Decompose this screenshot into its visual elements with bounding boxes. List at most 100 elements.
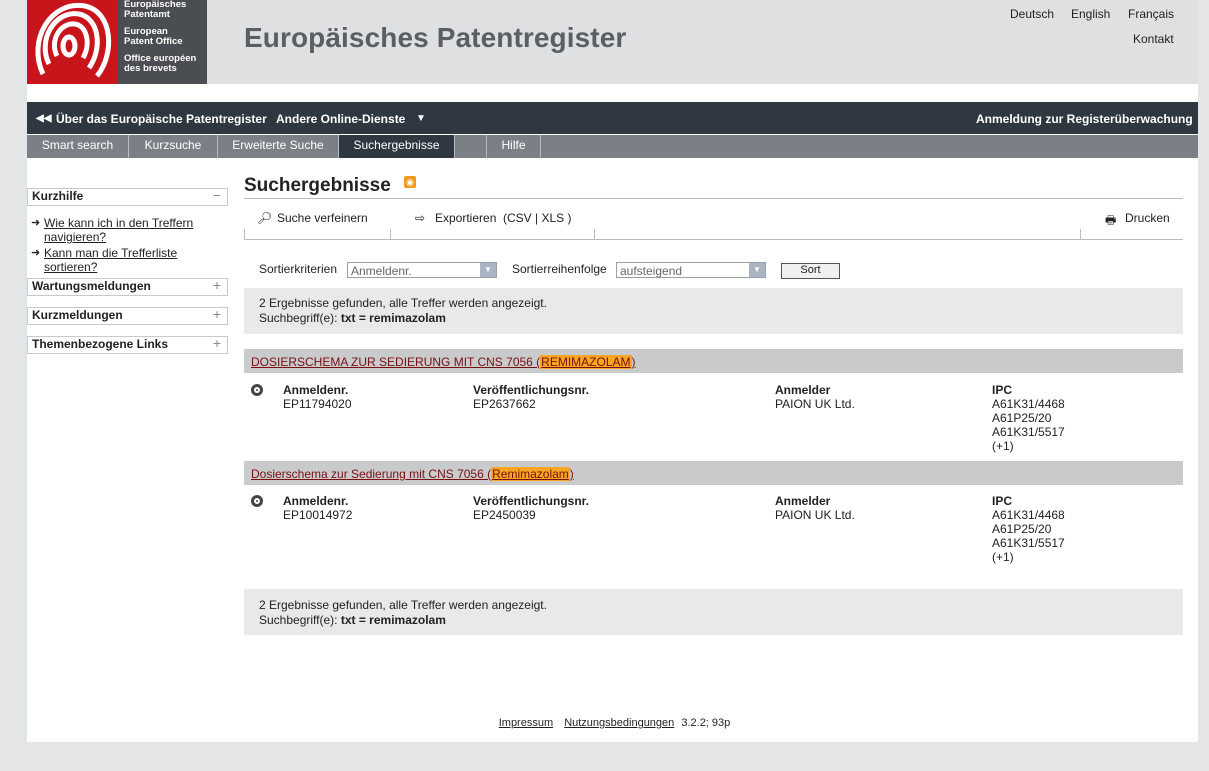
logo-line: Patent Office xyxy=(124,36,183,47)
publication-number-label: Veröffentlichungsnr. xyxy=(473,383,590,397)
epo-logo[interactable]: Europäisches Patentamt European Patent Off… xyxy=(27,0,207,84)
applicant-value: PAION UK Ltd. xyxy=(775,397,855,411)
result-select-radio[interactable] xyxy=(251,384,263,396)
epo-logo-icon xyxy=(27,0,118,84)
arrow-right-icon: ➜ xyxy=(31,217,41,229)
help-link-navigate[interactable]: Wie kann ich in den Treffern navigieren? xyxy=(44,216,193,244)
tab-suchergebnisse[interactable]: Suchergebnisse xyxy=(339,135,455,158)
tab-bar: Smart search Kurzsuche Erweiterte Suche … xyxy=(27,135,1198,158)
ipc-field: IPC A61K31/4468 A61P25/20 A61K31/5517 (+… xyxy=(992,383,1065,453)
tab-smart-search[interactable]: Smart search xyxy=(27,135,129,158)
ipc-more: (+1) xyxy=(992,550,1014,564)
print-link[interactable]: Drucken xyxy=(1125,211,1170,225)
application-number-label: Anmeldenr. xyxy=(283,494,349,508)
page: Europäisches Patentamt European Patent Off… xyxy=(27,0,1198,742)
imprint-link[interactable]: Impressum xyxy=(499,717,553,729)
result-select-radio[interactable] xyxy=(251,495,263,507)
results-count-text: 2 Ergebnisse gefunden, alle Treffer werd… xyxy=(259,598,547,612)
ipc-code: A61K31/5517 xyxy=(992,425,1065,439)
result-title-link[interactable]: DOSIERSCHEMA ZUR SEDIERUNG MIT CNS 7056 … xyxy=(251,355,636,369)
top-navigation-bar: ◀◀ Über das Europäische Patentregister A… xyxy=(27,102,1198,134)
header: Europäisches Patentamt European Patent Off… xyxy=(27,0,1198,84)
applicant-field: Anmelder PAION UK Ltd. xyxy=(775,494,855,522)
applicant-label: Anmelder xyxy=(775,383,831,397)
chevron-down-icon[interactable]: ▼ xyxy=(416,113,426,124)
sidebox-themenbezogene-links[interactable]: Themenbezogene Links + xyxy=(27,336,228,354)
page-title: Suchergebnisse xyxy=(244,175,391,196)
contact-link[interactable]: Kontakt xyxy=(1133,32,1174,46)
application-number-field: Anmeldenr. EP11794020 xyxy=(283,383,352,411)
results-count-text: 2 Ergebnisse gefunden, alle Treffer werd… xyxy=(259,296,547,310)
result-title-suffix: ) xyxy=(569,467,574,481)
sidebox-title: Kurzhilfe xyxy=(32,189,84,203)
rss-icon[interactable]: ◉ xyxy=(404,176,416,188)
ipc-code: A61K31/5517 xyxy=(992,536,1065,550)
expand-icon[interactable]: + xyxy=(213,278,221,293)
applicant-value: PAION UK Ltd. xyxy=(775,508,855,522)
sidebox-kurzhilfe[interactable]: Kurzhilfe − xyxy=(27,188,228,206)
chevron-down-icon[interactable]: ▼ xyxy=(480,263,496,277)
ipc-code: A61P25/20 xyxy=(992,411,1052,425)
ipc-code: A61P25/20 xyxy=(992,522,1052,536)
tab-hilfe[interactable]: Hilfe xyxy=(487,135,541,158)
search-term-value: txt = remimazolam xyxy=(340,311,446,325)
search-term-line: Suchbegriff(e): txt = remimazolam xyxy=(259,613,446,627)
application-number-label: Anmeldenr. xyxy=(283,383,349,397)
result-title-text: Dosierschema zur Sedierung mit CNS 7056 … xyxy=(251,467,492,481)
export-icon[interactable]: ⇨ xyxy=(415,211,425,225)
result-title-suffix: ) xyxy=(631,355,636,369)
tab-kurzsuche[interactable]: Kurzsuche xyxy=(129,135,218,158)
register-monitoring-link[interactable]: Anmeldung zur Registerüberwachung xyxy=(976,112,1193,126)
export-formats[interactable]: (CSV | XLS ) xyxy=(503,211,571,225)
other-services-menu[interactable]: Andere Online-Dienste xyxy=(276,112,405,126)
lang-link-francais[interactable]: Français xyxy=(1128,7,1174,21)
applicant-label: Anmelder xyxy=(775,494,831,508)
search-highlight: REMIMAZOLAM xyxy=(540,355,632,369)
refine-search-icon[interactable]: 🔎︎ xyxy=(257,211,272,225)
collapse-icon[interactable]: − xyxy=(213,188,221,203)
sidebar: Kurzhilfe − ➜ Wie kann ich in den Treffe… xyxy=(27,188,228,354)
help-link-item: ➜ Wie kann ich in den Treffern navigiere… xyxy=(31,216,228,244)
site-title: Europäisches Patentregister xyxy=(244,22,627,53)
ipc-more: (+1) xyxy=(992,439,1014,453)
application-number-value: EP10014972 xyxy=(283,508,353,522)
sort-button[interactable]: Sort xyxy=(781,263,840,279)
tab-erweiterte-suche[interactable]: Erweiterte Suche xyxy=(218,135,339,158)
tab-empty[interactable] xyxy=(455,135,487,158)
rewind-icon: ◀◀ xyxy=(36,113,52,124)
refine-search-link[interactable]: Suche verfeinern xyxy=(277,211,368,225)
search-term-label: Suchbegriff(e): xyxy=(259,613,338,627)
toolbar-divider xyxy=(594,229,595,239)
toolbar-divider xyxy=(244,229,245,239)
about-register-link[interactable]: Über das Europäische Patentregister xyxy=(56,112,267,126)
epo-logo-text: Europäisches Patentamt European Patent Off… xyxy=(124,0,196,81)
result-title-text: DOSIERSCHEMA ZUR SEDIERUNG MIT CNS 7056 … xyxy=(251,355,541,369)
lang-link-english[interactable]: English xyxy=(1071,7,1110,21)
applicant-field: Anmelder PAION UK Ltd. xyxy=(775,383,855,411)
result-title-bar: DOSIERSCHEMA ZUR SEDIERUNG MIT CNS 7056 … xyxy=(244,349,1183,373)
sidebox-wartungsmeldungen[interactable]: Wartungsmeldungen + xyxy=(27,278,228,296)
expand-icon[interactable]: + xyxy=(213,307,221,322)
publication-number-field: Veröffentlichungsnr. EP2637662 xyxy=(473,383,589,411)
ipc-field: IPC A61K31/4468 A61P25/20 A61K31/5517 (+… xyxy=(992,494,1065,564)
printer-icon[interactable]: 🖶︎ xyxy=(1105,211,1116,232)
chevron-down-icon[interactable]: ▼ xyxy=(749,263,765,277)
sort-order-select[interactable]: aufsteigend ▼ xyxy=(616,262,766,278)
expand-icon[interactable]: + xyxy=(213,336,221,351)
logo-line: des brevets xyxy=(124,63,177,74)
sidebox-kurzmeldungen[interactable]: Kurzmeldungen + xyxy=(27,307,228,325)
logo-line: Patentamt xyxy=(124,9,170,20)
lang-link-deutsch[interactable]: Deutsch xyxy=(1010,7,1054,21)
publication-number-value: EP2450039 xyxy=(473,508,536,522)
export-link[interactable]: Exportieren xyxy=(435,211,496,225)
result-title-link[interactable]: Dosierschema zur Sedierung mit CNS 7056 … xyxy=(251,467,574,481)
help-link-sort[interactable]: Kann man die Trefferliste sortieren? xyxy=(44,246,177,274)
version-text: 3.2.2; 93p xyxy=(681,717,731,729)
search-term-label: Suchbegriff(e): xyxy=(259,311,338,325)
search-term-value: txt = remimazolam xyxy=(340,613,446,627)
sort-criteria-select[interactable]: Anmeldenr. ▼ xyxy=(347,262,497,278)
help-link-item: ➜ Kann man die Trefferliste sortieren? xyxy=(31,246,228,274)
sidebox-title: Kurzmeldungen xyxy=(32,308,123,322)
terms-link[interactable]: Nutzungsbedingungen xyxy=(564,717,674,729)
results-info-bottom: 2 Ergebnisse gefunden, alle Treffer werd… xyxy=(244,589,1183,635)
